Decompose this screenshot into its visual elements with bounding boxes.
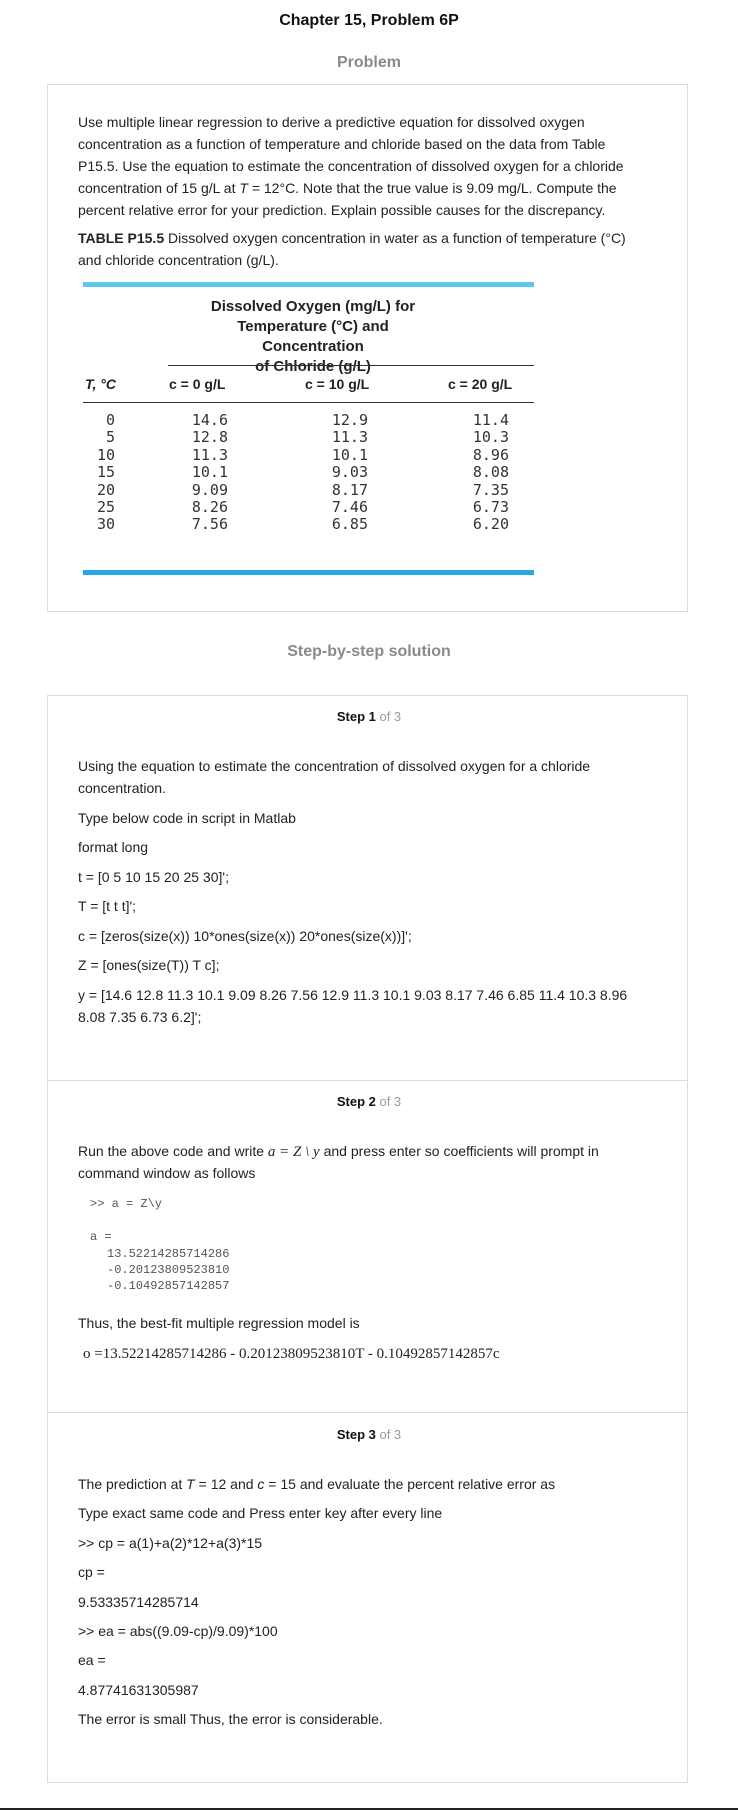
table-top-bar xyxy=(83,282,534,287)
output-values: 13.52214285714286 -0.20123809523810 -0.1… xyxy=(107,1246,229,1294)
step-divider xyxy=(47,1412,688,1413)
column-header-t: T, °C xyxy=(85,376,117,392)
table-cell: 5 xyxy=(105,428,115,447)
step-3-conclusion: The error is small Thus, the error is co… xyxy=(78,1711,383,1727)
table-cell: 10.1 xyxy=(191,463,228,482)
regression-equation: o =13.52214285714286 - 0.20123809523810T… xyxy=(83,1346,500,1362)
code-line: T = [t t t]'; xyxy=(78,898,137,914)
step-1-line: Type below code in script in Matlab xyxy=(78,810,296,826)
page-title: Chapter 15, Problem 6P xyxy=(279,12,459,29)
column-header-c0: c = 0 g/L xyxy=(169,376,226,392)
output-value: -0.20123809523810 xyxy=(107,1263,230,1277)
table-cell: 8.17 xyxy=(331,480,368,499)
step-1-line: Using the equation to estimate the conce… xyxy=(78,758,591,774)
table-cell: 9.03 xyxy=(331,463,368,482)
command-line: >> a = Z\y xyxy=(90,1197,163,1211)
code-line: cp = xyxy=(78,1564,105,1580)
column-header-c10: c = 10 g/L xyxy=(305,376,370,392)
step-divider xyxy=(47,1080,688,1081)
table-rule xyxy=(168,365,534,366)
table-cell: 10.1 xyxy=(331,445,368,464)
data-table: Dissolved Oxygen (mg/L) for Temperature … xyxy=(83,282,534,576)
table-cell: 7.56 xyxy=(191,515,228,534)
problem-heading: Problem xyxy=(336,54,401,71)
code-line: 4.87741631305987 xyxy=(78,1682,199,1698)
step-1-line: concentration. xyxy=(78,780,166,796)
code-line: >> ea = abs((9.09-cp)/9.09)*100 xyxy=(78,1623,278,1639)
step-2-model-text: Thus, the best-fit multiple regression m… xyxy=(78,1315,360,1331)
table-cell: 6.20 xyxy=(472,515,509,534)
table-cell: 7.35 xyxy=(472,480,509,499)
column-c20: 11.4 10.3 8.96 8.08 7.35 6.73 6.20 xyxy=(464,411,509,534)
step-3-line: Type exact same code and Press enter key… xyxy=(78,1505,443,1521)
column-t: 0 5 10 15 20 25 30 xyxy=(83,411,115,534)
table-cell: 10.3 xyxy=(472,428,509,447)
code-line: 8.08 7.35 6.73 6.2]'; xyxy=(78,1009,202,1025)
table-cell: 11.3 xyxy=(191,445,228,464)
step-2-intro-line2: command window as follows xyxy=(78,1165,256,1181)
code-line: c = [zeros(size(x)) 10*ones(size(x)) 20*… xyxy=(78,928,412,944)
problem-line: percent relative error for your predicti… xyxy=(78,202,606,218)
problem-line: P15.5. Use the equation to estimate the … xyxy=(78,158,624,174)
output-label: a = xyxy=(90,1230,112,1244)
column-header-c20: c = 20 g/L xyxy=(448,376,513,392)
table-cell: 8.26 xyxy=(191,497,228,516)
step-1-header: Step 1 of 3 xyxy=(336,709,402,724)
table-caption-line2: and chloride concentration (g/L). xyxy=(78,252,279,268)
problem-text: Use multiple linear regression to derive… xyxy=(78,111,678,271)
table-cell: 12.9 xyxy=(331,411,368,429)
table-cell: 30 xyxy=(96,515,115,534)
step-3-header: Step 3 of 3 xyxy=(336,1427,402,1442)
table-cell: 15 xyxy=(96,463,115,482)
problem-line: concentration of 15 g/L at T = 12°C. Not… xyxy=(78,180,617,196)
solution-heading: Step-by-step solution xyxy=(287,643,451,660)
code-line: t = [0 5 10 15 20 25 30]'; xyxy=(78,869,229,885)
problem-line: Use multiple linear regression to derive… xyxy=(78,114,585,130)
table-label: TABLE P15.5 xyxy=(78,230,165,246)
table-cell: 6.85 xyxy=(331,515,368,534)
table-cell: 8.96 xyxy=(472,445,509,464)
inline-equation: a = Z \ y xyxy=(267,1144,320,1160)
table-caption: TABLE P15.5 Dissolved oxygen concentrati… xyxy=(78,230,626,246)
column-c10: 12.9 11.3 10.1 9.03 8.17 7.46 6.85 xyxy=(323,411,368,534)
table-cell: 11.4 xyxy=(472,411,509,429)
table-cell: 20 xyxy=(96,480,115,499)
table-cell: 8.08 xyxy=(472,463,509,482)
step-2-intro: Run the above code and write a = Z \ y a… xyxy=(78,1143,599,1160)
code-line: 9.53335714285714 xyxy=(78,1594,199,1610)
code-line: ea = xyxy=(78,1652,106,1668)
code-line: >> cp = a(1)+a(2)*12+a(3)*15 xyxy=(78,1535,263,1551)
table-cell: 7.46 xyxy=(331,497,368,516)
code-line: y = [14.6 12.8 11.3 10.1 9.09 8.26 7.56 … xyxy=(78,987,628,1003)
output-value: 13.52214285714286 xyxy=(107,1247,230,1261)
table-cell: 10 xyxy=(96,445,115,464)
code-line: format long xyxy=(78,839,149,855)
table-cell: 12.8 xyxy=(191,428,228,447)
output-value: -0.10492857142857 xyxy=(107,1279,230,1293)
table-cell: 25 xyxy=(96,497,115,516)
problem-line: concentration as a function of temperatu… xyxy=(78,136,606,152)
column-c0: 14.6 12.8 11.3 10.1 9.09 8.26 7.56 xyxy=(183,411,228,534)
table-cell: 0 xyxy=(105,411,115,429)
table-cell: 6.73 xyxy=(472,497,509,516)
table-rule xyxy=(83,402,534,403)
table-cell: 9.09 xyxy=(191,480,228,499)
table-cell: 14.6 xyxy=(191,411,228,429)
table-cell: 11.3 xyxy=(331,428,368,447)
step-2-header: Step 2 of 3 xyxy=(336,1094,402,1109)
table-bottom-bar xyxy=(83,570,534,575)
step-3-intro: The prediction at T = 12 and c = 15 and … xyxy=(78,1476,556,1492)
code-line: Z = [ones(size(T)) T c]; xyxy=(78,957,220,973)
